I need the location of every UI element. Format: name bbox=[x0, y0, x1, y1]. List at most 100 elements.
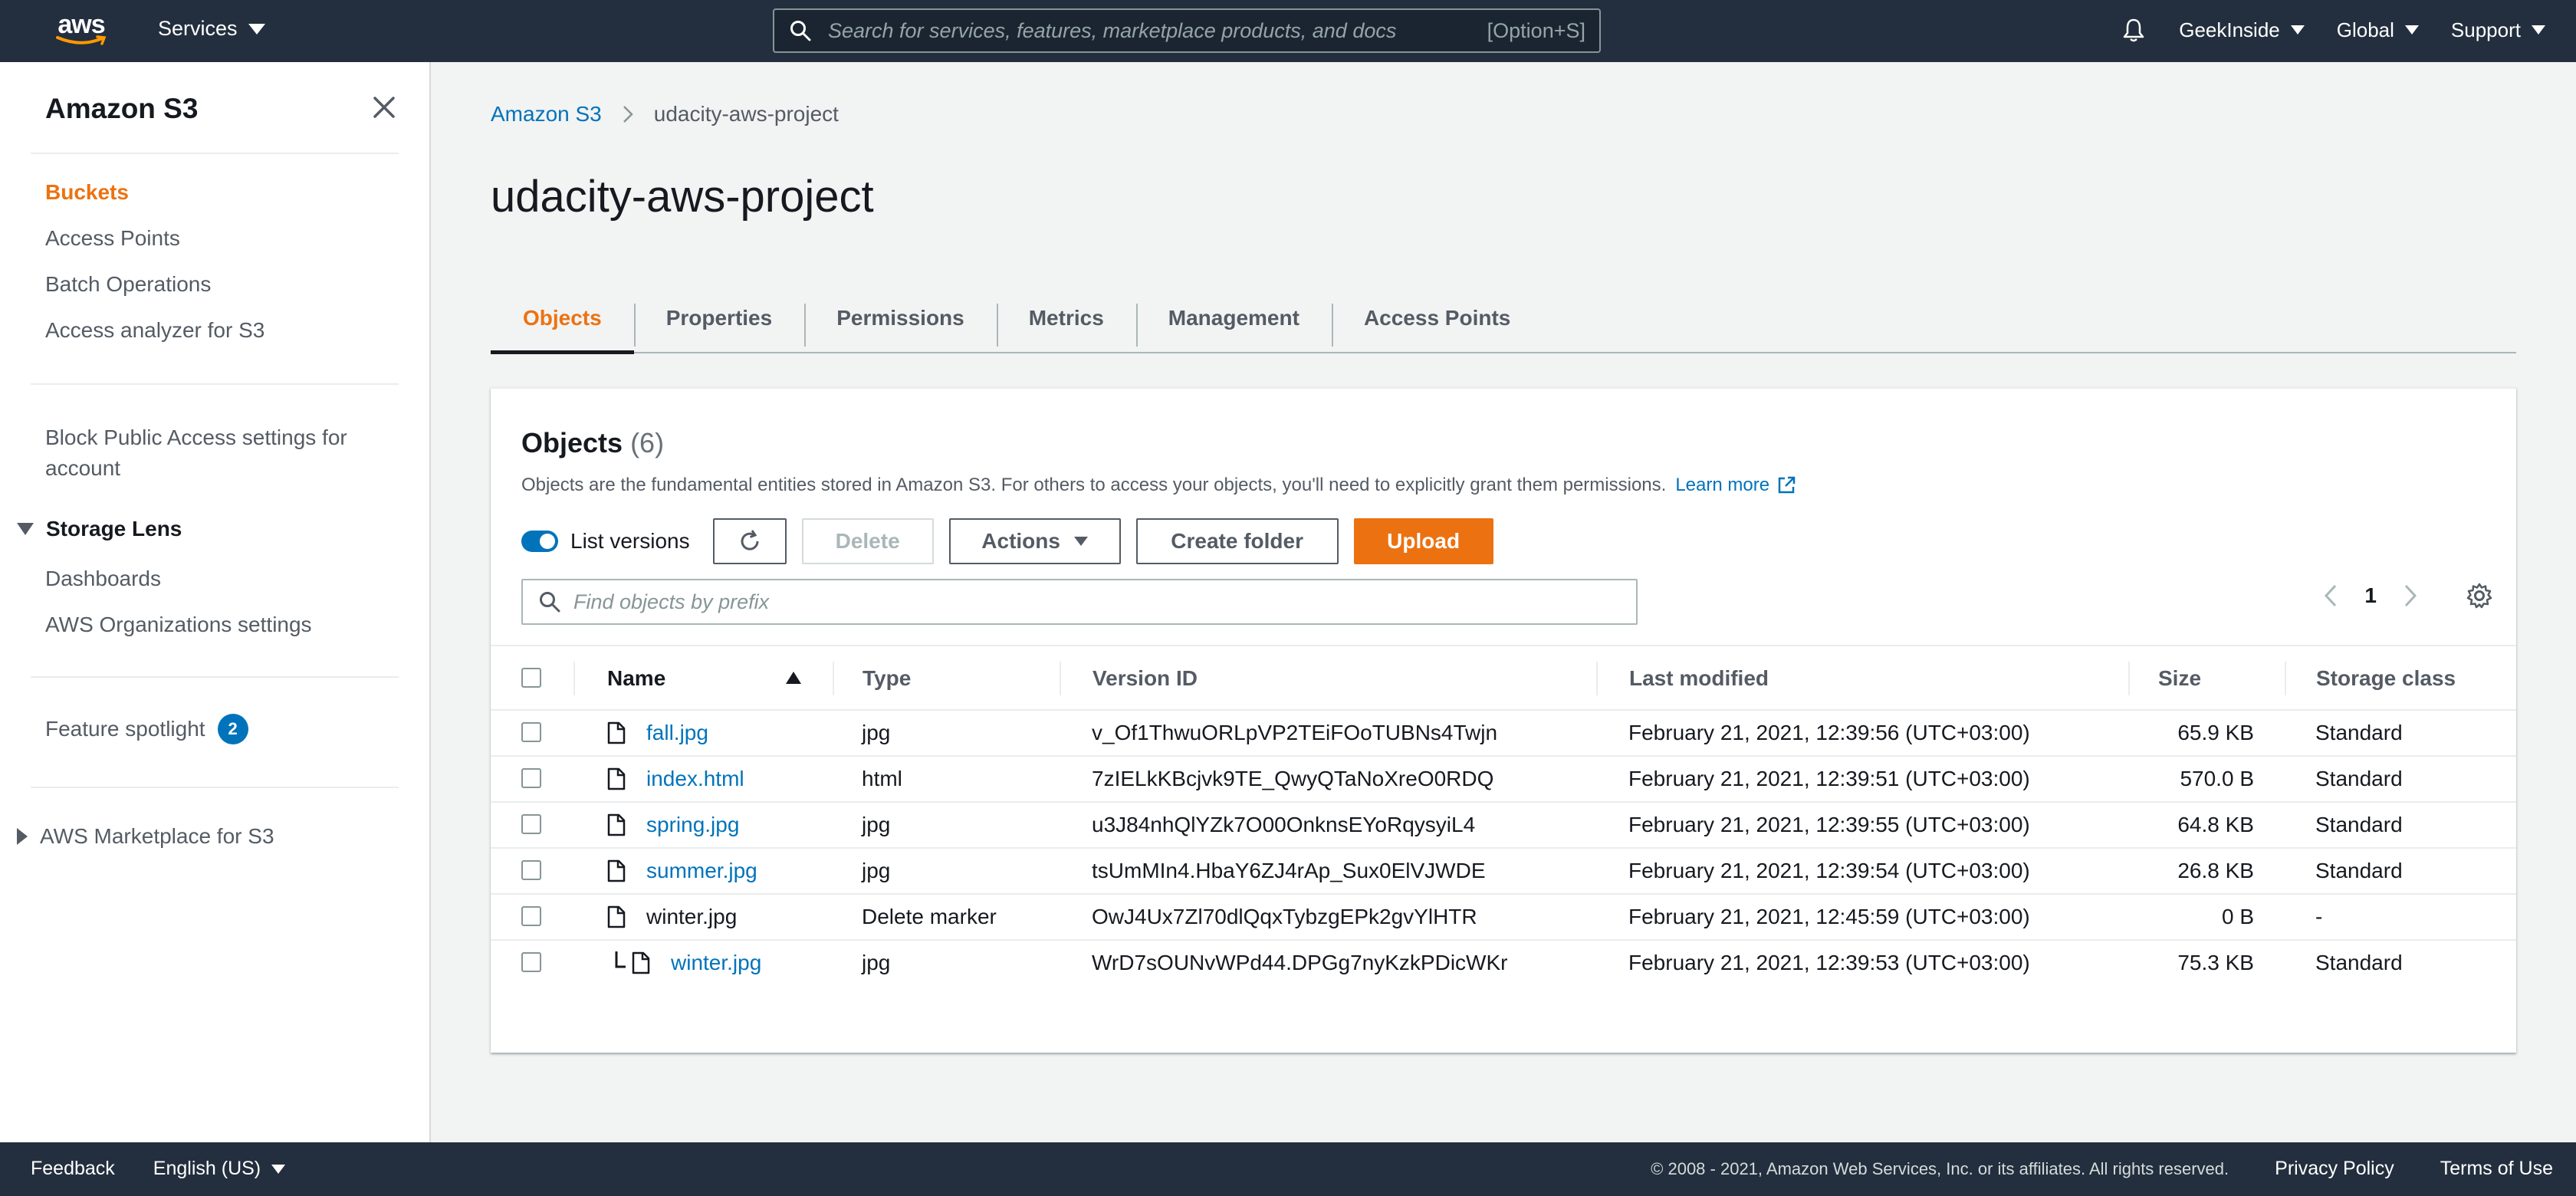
object-type: html bbox=[862, 767, 902, 790]
row-checkbox[interactable] bbox=[521, 722, 541, 742]
main-content: Amazon S3 udacity-aws-project udacity-aw… bbox=[431, 62, 2576, 1142]
divider bbox=[31, 383, 399, 385]
row-checkbox[interactable] bbox=[521, 952, 541, 972]
storage-lens-section[interactable]: Storage Lens bbox=[17, 517, 182, 541]
tab-objects[interactable]: Objects bbox=[491, 284, 634, 354]
object-last-modified: February 21, 2021, 12:39:53 (UTC+03:00) bbox=[1628, 951, 2030, 974]
object-last-modified: February 21, 2021, 12:39:54 (UTC+03:00) bbox=[1628, 859, 2030, 882]
row-checkbox[interactable] bbox=[521, 768, 541, 788]
chevron-right-icon[interactable] bbox=[2403, 583, 2418, 608]
tab-management[interactable]: Management bbox=[1135, 284, 1332, 353]
feedback-link[interactable]: Feedback bbox=[31, 1158, 115, 1180]
object-version-id: u3J84nhQlYZk7O00OnknsEYoRqysyiL4 bbox=[1092, 813, 1476, 836]
gear-icon[interactable] bbox=[2466, 582, 2493, 610]
tab-properties[interactable]: Properties bbox=[633, 284, 805, 353]
divider bbox=[31, 787, 399, 788]
support-menu[interactable]: Support bbox=[2451, 18, 2545, 42]
column-type[interactable]: Type bbox=[863, 646, 911, 711]
privacy-policy-link[interactable]: Privacy Policy bbox=[2275, 1158, 2394, 1180]
table-row[interactable]: fall.jpg jpg v_Of1ThwuORLpVP2TEiFOoTUBNs… bbox=[491, 711, 2516, 757]
refresh-button[interactable] bbox=[712, 518, 787, 564]
breadcrumb-amazon-s3[interactable]: Amazon S3 bbox=[491, 102, 602, 127]
chevron-left-icon[interactable] bbox=[2323, 583, 2338, 608]
table-row[interactable]: winter.jpg jpg WrD7sOUNvWPd44.DPGg7nyKzk… bbox=[491, 941, 2516, 987]
object-size: 75.3 KB bbox=[2177, 951, 2254, 974]
object-filter-input[interactable]: Find objects by prefix bbox=[521, 579, 1638, 625]
sidebar-item-feature-spotlight[interactable]: Feature spotlight 2 bbox=[45, 714, 248, 744]
footer-left: Feedback English (US) bbox=[31, 1158, 286, 1180]
search-placeholder: Search for services, features, marketpla… bbox=[828, 18, 1397, 42]
list-versions-toggle[interactable] bbox=[521, 531, 558, 552]
object-name-link[interactable]: summer.jpg bbox=[646, 849, 757, 893]
object-name-link[interactable]: index.html bbox=[646, 757, 744, 801]
sidebar-item-dashboards[interactable]: Dashboards bbox=[45, 564, 161, 594]
expand-right-icon bbox=[17, 828, 28, 845]
column-last-modified[interactable]: Last modified bbox=[1629, 646, 1769, 711]
column-size[interactable]: Size bbox=[2158, 646, 2201, 711]
learn-more-link[interactable]: Learn more bbox=[1675, 475, 1769, 496]
object-size: 65.9 KB bbox=[2177, 721, 2254, 744]
table-row[interactable]: spring.jpg jpg u3J84nhQlYZk7O00OnknsEYoR… bbox=[491, 803, 2516, 849]
sidebar-item-block-public-access[interactable]: Block Public Access settings for account bbox=[45, 422, 383, 484]
row-checkbox[interactable] bbox=[521, 860, 541, 880]
object-type: Delete marker bbox=[862, 905, 997, 928]
object-name-link[interactable]: spring.jpg bbox=[646, 803, 739, 847]
account-name: GeekInside bbox=[2179, 18, 2280, 41]
caret-down-icon bbox=[271, 1164, 286, 1174]
column-storage-class[interactable]: Storage class bbox=[2316, 646, 2456, 711]
objects-title: Objects bbox=[521, 427, 623, 458]
caret-down-icon bbox=[2532, 25, 2545, 34]
objects-description-text: Objects are the fundamental entities sto… bbox=[521, 475, 1667, 495]
tab-metrics[interactable]: Metrics bbox=[996, 284, 1136, 353]
account-menu[interactable]: GeekInside bbox=[2179, 18, 2305, 42]
close-icon[interactable] bbox=[371, 94, 397, 120]
external-link-icon[interactable] bbox=[1776, 475, 1797, 496]
terms-of-use-link[interactable]: Terms of Use bbox=[2440, 1158, 2553, 1180]
language-selector[interactable]: English (US) bbox=[153, 1158, 286, 1180]
object-name-link[interactable]: winter.jpg bbox=[671, 941, 761, 985]
create-folder-button[interactable]: Create folder bbox=[1135, 518, 1339, 564]
services-menu[interactable]: Services bbox=[158, 17, 265, 41]
objects-toolbar: List versions Delete Actions Create fold… bbox=[521, 518, 1509, 565]
table-row[interactable]: winter.jpg Delete marker OwJ4Ux7Zl70dlQq… bbox=[491, 895, 2516, 941]
current-page[interactable]: 1 bbox=[2364, 583, 2377, 608]
region-menu[interactable]: Global bbox=[2337, 18, 2419, 42]
divider bbox=[31, 153, 399, 154]
notification-badge: 2 bbox=[217, 714, 248, 744]
global-search-input[interactable]: Search for services, features, marketpla… bbox=[773, 8, 1601, 53]
table-row[interactable]: summer.jpg jpg tsUmMIn4.HbaY6ZJ4rAp_Sux0… bbox=[491, 849, 2516, 895]
object-size: 26.8 KB bbox=[2177, 859, 2254, 882]
object-storage-class: - bbox=[2315, 905, 2323, 928]
object-version-id: WrD7sOUNvWPd44.DPGg7nyKzkPDicWKr bbox=[1092, 951, 1508, 974]
row-checkbox[interactable] bbox=[521, 906, 541, 926]
marketplace-section[interactable]: AWS Marketplace for S3 bbox=[17, 824, 274, 849]
tab-access-points[interactable]: Access Points bbox=[1331, 284, 1543, 353]
row-checkbox[interactable] bbox=[521, 814, 541, 834]
column-version-id[interactable]: Version ID bbox=[1092, 646, 1198, 711]
object-last-modified: February 21, 2021, 12:45:59 (UTC+03:00) bbox=[1628, 905, 2030, 928]
sort-ascending-icon[interactable] bbox=[785, 671, 802, 685]
sidebar-item-batch-operations[interactable]: Batch Operations bbox=[45, 269, 211, 300]
object-name-link[interactable]: fall.jpg bbox=[646, 711, 708, 755]
sidebar-item-buckets[interactable]: Buckets bbox=[45, 177, 129, 208]
caret-down-icon bbox=[2404, 25, 2419, 34]
sidebar-item-access-analyzer[interactable]: Access analyzer for S3 bbox=[45, 315, 264, 346]
tab-permissions[interactable]: Permissions bbox=[804, 284, 997, 353]
select-all-checkbox[interactable] bbox=[521, 668, 541, 688]
bell-icon[interactable] bbox=[2121, 17, 2147, 43]
delete-button[interactable]: Delete bbox=[801, 518, 934, 564]
column-name[interactable]: Name bbox=[607, 646, 665, 711]
sidebar-item-access-points[interactable]: Access Points bbox=[45, 223, 180, 254]
services-label: Services bbox=[158, 17, 238, 40]
actions-button[interactable]: Actions bbox=[948, 518, 1121, 564]
upload-button[interactable]: Upload bbox=[1353, 518, 1493, 564]
caret-down-icon bbox=[248, 23, 265, 34]
objects-table: Name Type Version ID Last modified Size … bbox=[491, 645, 2516, 987]
aws-logo[interactable]: aws bbox=[52, 11, 110, 51]
object-storage-class: Standard bbox=[2315, 951, 2403, 974]
objects-panel: Objects (6) Objects are the fundamental … bbox=[491, 387, 2516, 1053]
column-separator bbox=[1060, 662, 1061, 695]
language-label: English (US) bbox=[153, 1158, 261, 1179]
sidebar-item-org-settings[interactable]: AWS Organizations settings bbox=[45, 610, 312, 640]
table-row[interactable]: index.html html 7zIELkKBcjvk9TE_QwyQTaNo… bbox=[491, 757, 2516, 803]
